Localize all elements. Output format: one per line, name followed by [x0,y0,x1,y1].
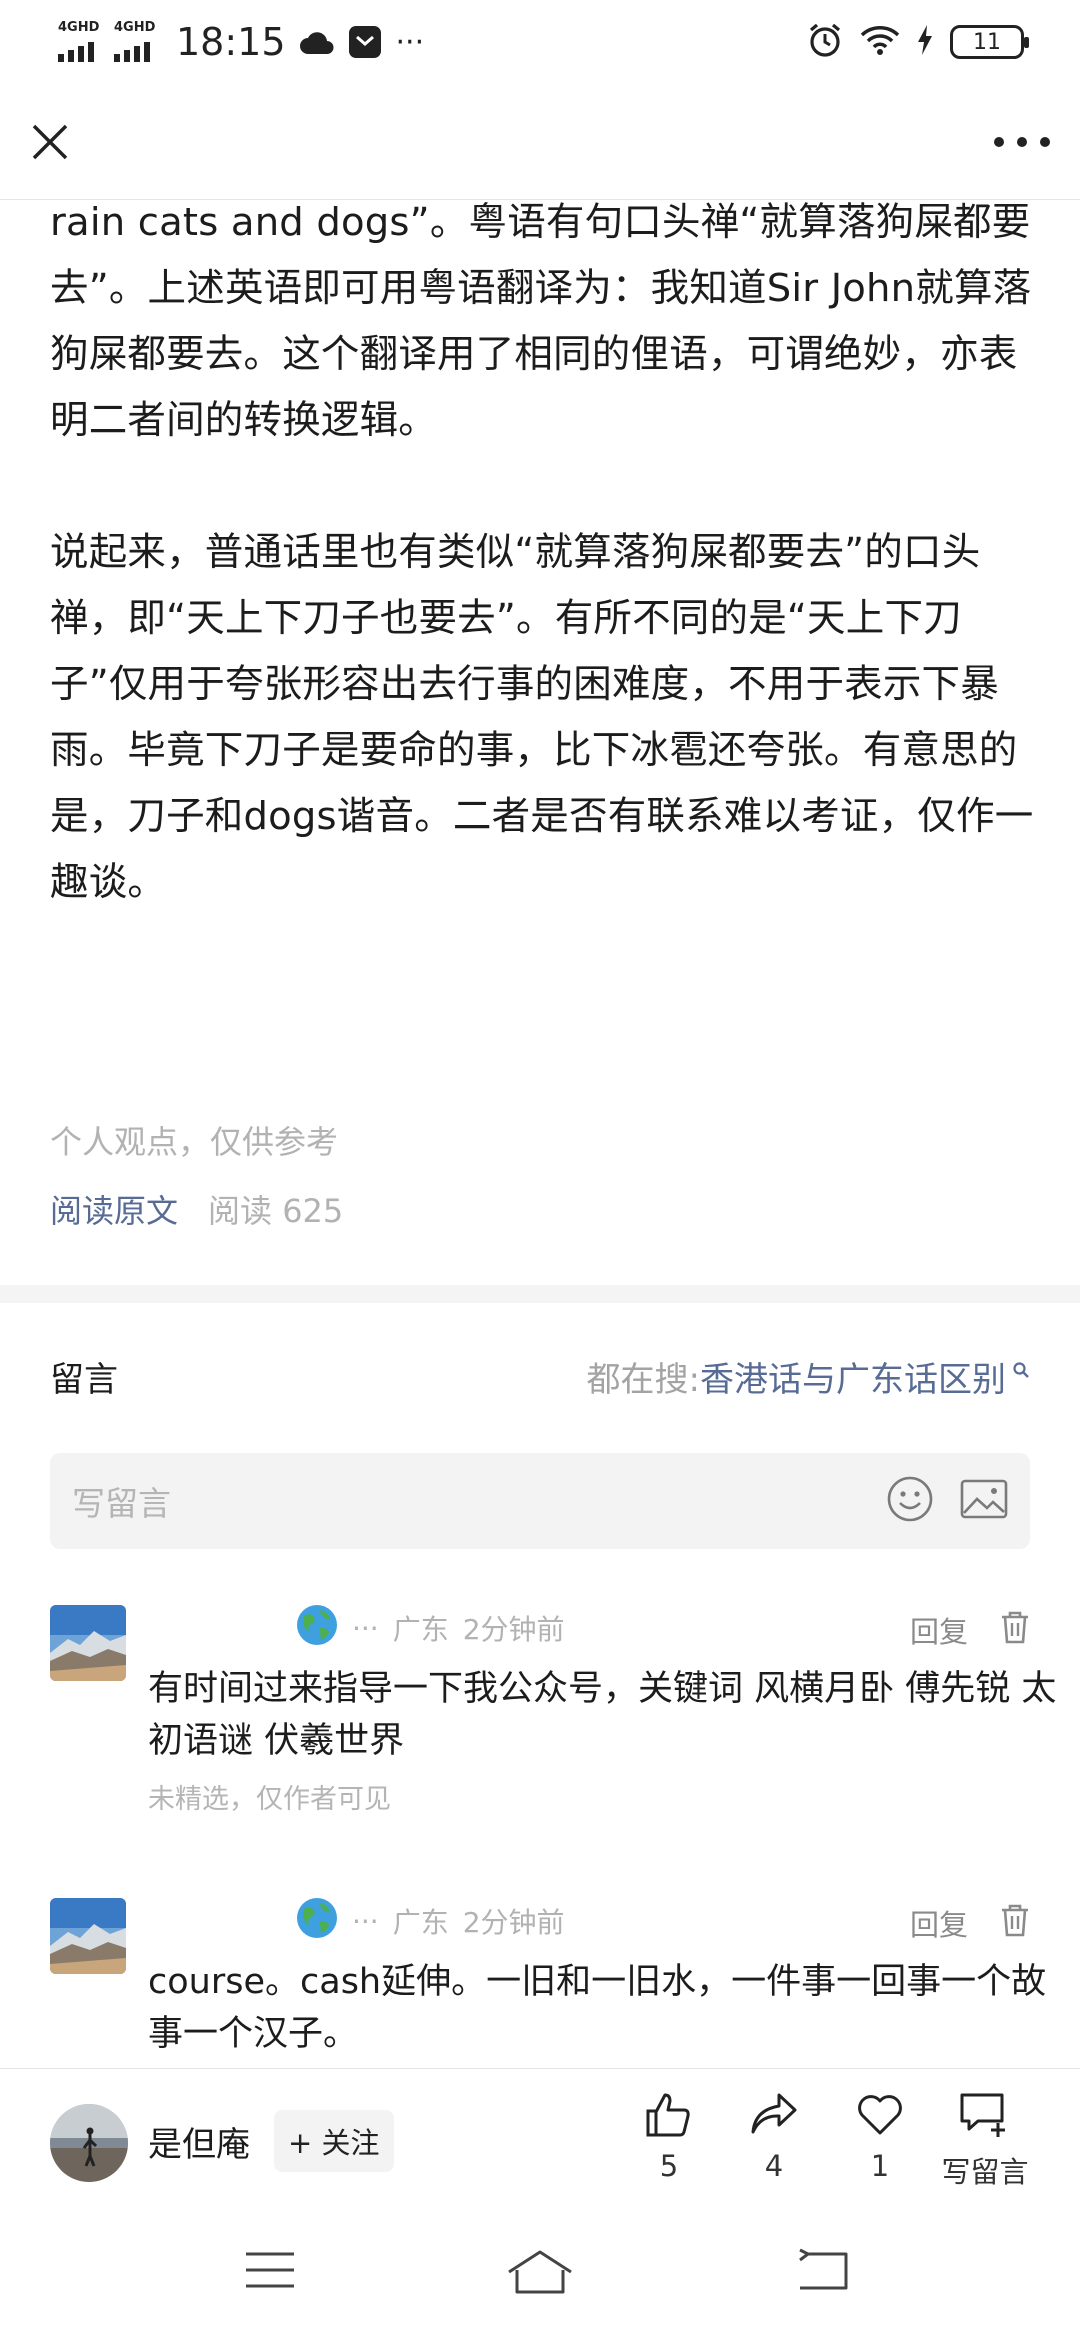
message-app-icon [348,25,382,59]
signal-1-icon: 4GHD [58,20,99,62]
globe-icon [296,1604,338,1653]
menu-icon [246,2252,294,2288]
alarm-icon [806,21,844,63]
comment-time: 2分钟前 [462,1906,565,1939]
comment-actions: 回复 [910,1609,1030,1651]
reply-button[interactable]: 回复 [910,1902,968,1944]
author-name[interactable]: 是但庵 [148,2117,250,2166]
write-comment-button[interactable]: 写留言 [930,2089,1040,2191]
comment-add-icon [960,2093,1005,2137]
comment-meta: ··· 广东 2分钟前 [296,1897,565,1946]
charging-icon [916,24,934,60]
signal-2-icon: 4GHD [114,20,155,62]
search-icon [1012,1348,1030,1388]
comment-meta: ··· 广东 2分钟前 [296,1604,565,1653]
image-icon[interactable] [960,1479,1008,1523]
trending-search[interactable]: 都在搜: 香港话与广东话区别 [587,1352,1030,1401]
comment-location: 广东 [392,1613,449,1646]
like-count: 5 [659,2149,679,2183]
cloud-icon [299,28,334,56]
heart-button[interactable]: 1 [825,2089,935,2183]
comment-dots: ··· [352,1904,379,1938]
follow-button[interactable]: + 关注 [274,2110,394,2172]
comments-header: 留言 都在搜: 香港话与广东话区别 [50,1352,1030,1401]
dot-icon [994,137,1004,147]
back-button[interactable] [796,2248,850,2296]
comment-item: ··· 广东 2分钟前 回复 有时间过来指导一下我公众号，关键词 风横月卧 傅先… [50,1604,1056,1825]
system-nav-bar [0,2218,1080,2340]
comment-visibility-note: 未精选，仅作者可见 [148,1784,391,1815]
write-comment-label: 写留言 [941,2155,1029,2189]
read-row: 阅读原文 阅读 625 [50,1186,343,1232]
write-comment-placeholder: 写留言 [72,1484,171,1523]
home-button[interactable] [505,2248,575,2298]
share-count: 4 [764,2149,784,2183]
commenter-avatar[interactable] [50,1605,126,1681]
battery-icon: 11 [950,25,1029,59]
comment-actions: 回复 [910,1902,1030,1944]
globe-icon [296,1897,338,1946]
section-divider [0,1285,1080,1303]
author-avatar[interactable] [50,2104,128,2182]
nav-bar [0,84,1080,200]
battery-level: 11 [973,29,1001,55]
menu-button[interactable] [244,2248,296,2296]
emoji-icon[interactable] [886,1475,934,1527]
more-notifications: ··· [395,24,425,60]
comment-dots: ··· [352,1611,379,1645]
back-icon [799,2248,848,2290]
close-button[interactable] [28,120,72,164]
network-type-2: 4GHD [114,20,156,35]
clock: 18:15 [176,20,286,64]
article-paragraph: rain cats and dogs”。粤语有句口头禅“就算落狗屎都要去”。上述… [50,200,1032,443]
dot-icon [1040,137,1050,147]
article-paragraph: 说起来，普通话里也有类似“就算落狗屎都要去”的口头禅，即“天上下刀子也要去”。有… [50,530,1034,905]
comment-text: 有时间过来指导一下我公众号，关键词 风横月卧 傅先锐 太初语谜 伏羲世界 [148,1669,1057,1761]
more-menu-button[interactable] [994,130,1050,154]
comment-item: ··· 广东 2分钟前 回复 course。cash延伸。一旧和一旧水，一件事一… [50,1897,1046,2068]
heart-icon [858,2095,902,2135]
reply-button[interactable]: 回复 [910,1609,968,1651]
search-prefix: 都在搜: [586,1360,700,1400]
close-icon [32,124,68,160]
disclaimer-note: 个人观点，仅供参考 [50,1123,339,1161]
delete-icon[interactable] [1000,1903,1030,1944]
home-icon [508,2250,572,2294]
network-type-1: 4GHD [58,20,100,35]
article-body: rain cats and dogs”。粤语有句口头禅“就算落狗屎都要去”。上述… [50,190,1040,982]
comments-title: 留言 [50,1360,118,1400]
share-button[interactable]: 4 [719,2089,829,2183]
bottom-action-bar: 是但庵 + 关注 5 4 1 写留言 [0,2068,1080,2218]
share-icon [751,2093,797,2134]
comment-text: course。cash延伸。一旧和一旧水，一件事一回事一个故事一个汉子。 [148,1962,1047,2054]
commenter-avatar[interactable] [50,1898,126,1974]
wifi-icon [860,24,900,60]
write-comment-input[interactable]: 写留言 [50,1453,1030,1549]
comment-time: 2分钟前 [462,1613,565,1646]
thumbs-up-icon [646,2093,690,2137]
comment-location: 广东 [392,1906,449,1939]
delete-icon[interactable] [1000,1610,1030,1651]
heart-count: 1 [870,2149,890,2183]
status-bar: 4GHD 4GHD 18:15 ··· 11 [0,0,1080,84]
search-term-link[interactable]: 香港话与广东话区别 [700,1352,1006,1401]
dot-icon [1017,137,1027,147]
read-count: 阅读 625 [208,1192,344,1230]
read-original-link[interactable]: 阅读原文 [50,1186,178,1232]
like-button[interactable]: 5 [614,2089,724,2183]
